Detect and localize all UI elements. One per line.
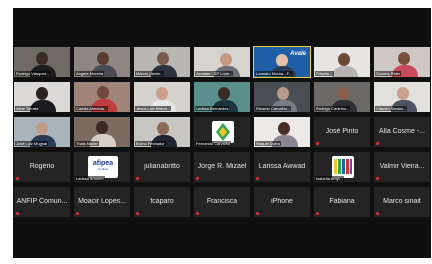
muted-mic-icon: [376, 142, 379, 145]
muted-mic-icon: [376, 177, 379, 180]
participant-tile[interactable]: Suzana Rider: [373, 46, 431, 78]
participant-name: Rodrigo Vásquez...: [15, 71, 52, 76]
participant-tile[interactable]: Fernando Carvalho: [193, 116, 251, 148]
company-logo: Avale: [290, 51, 307, 57]
participant-name-large: ANFIP Comun...: [16, 198, 68, 205]
participant-name: Ricardo Carvalho...: [255, 106, 292, 111]
participant-name-large: Valmir Vieira...: [379, 163, 425, 170]
participant-tile[interactable]: ANFIP Comun...: [13, 186, 71, 218]
participant-name: Cláudio Santos...: [375, 106, 408, 111]
participant-tile[interactable]: Rodrigo Vásquez...: [13, 46, 71, 78]
participant-name: Thais Nader: [75, 141, 99, 146]
participant-name-large: Moacir Lopes...: [78, 198, 126, 205]
muted-mic-icon: [136, 177, 139, 180]
participant-tile[interactable]: Bruno Fechador: [133, 116, 191, 148]
participant-tile[interactable]: Alla Cosme -...: [373, 116, 431, 148]
participant-tile[interactable]: fcaparo: [133, 186, 191, 218]
participant-name-large: Alla Cosme -...: [379, 128, 425, 135]
participant-name: Raquel Durra: [255, 141, 281, 146]
muted-mic-icon: [16, 177, 19, 180]
participant-name: Priscila ...: [315, 71, 335, 76]
participant-tile[interactable]: Fabiana: [313, 186, 371, 218]
muted-mic-icon: [16, 212, 19, 215]
participant-tile[interactable]: Aline Tarrafa: [13, 81, 71, 113]
participant-name: José Luiz Mugnai: [15, 141, 49, 146]
participant-name: Márcio (Ambr...: [135, 71, 165, 76]
muted-mic-icon: [76, 212, 79, 215]
participant-tile[interactable]: Jesus Luiz Brand...: [133, 81, 191, 113]
participant-tile[interactable]: iPhone: [253, 186, 311, 218]
participant-tile[interactable]: Larissa Awwad: [253, 151, 311, 183]
participant-tile[interactable]: Larissa Bernardes: [193, 81, 251, 113]
participant-name-large: Rogério: [29, 163, 55, 170]
participant-name-large: Francisca: [206, 198, 238, 205]
participant-name: Isabella Amyr...: [315, 176, 345, 181]
participant-tile[interactable]: Isabella Amyr...: [313, 151, 371, 183]
participant-tile[interactable]: Camila Almeida...: [73, 81, 131, 113]
participant-tile[interactable]: julianabritto: [133, 151, 191, 183]
muted-mic-icon: [376, 212, 379, 215]
participant-name-large: Marco sinait: [383, 198, 421, 205]
participant-name: Jonatan - SP Loan...: [195, 71, 234, 76]
participant-tile[interactable]: Raquel Durra: [253, 116, 311, 148]
participant-tile[interactable]: Rodrigo Carlinho...: [313, 81, 371, 113]
participant-tile-active-speaker[interactable]: Avale Leandro Moura - F...: [253, 46, 311, 78]
participant-tile[interactable]: Rogério: [13, 151, 71, 183]
participant-name: Leandro Moura - F...: [255, 71, 294, 76]
participant-name: Angela Moreira: [75, 71, 105, 76]
muted-mic-icon: [256, 177, 259, 180]
muted-mic-icon: [316, 212, 319, 215]
participant-tile[interactable]: Francisca: [193, 186, 251, 218]
participant-name: Camila Almeida...: [75, 106, 109, 111]
participant-name: Larissa Bernardes: [195, 106, 230, 111]
participant-name-large: Larissa Awwad: [258, 163, 306, 170]
participant-name: Aline Tarrafa: [15, 106, 40, 111]
participant-name-large: José Pinto: [325, 128, 359, 135]
muted-mic-icon: [256, 212, 259, 215]
profile-logo: [332, 156, 354, 178]
participant-tile[interactable]: Ricardo Carvalho...: [253, 81, 311, 113]
participant-name: Jesus Luiz Brand...: [135, 106, 172, 111]
participant-name-large: Fabiana: [329, 198, 355, 205]
participant-tile[interactable]: Marco sinait: [373, 186, 431, 218]
participant-tile[interactable]: Priscila ...: [313, 46, 371, 78]
participant-tile[interactable]: Jorge R. Mizael: [193, 151, 251, 183]
participant-tile[interactable]: Thais Nader: [73, 116, 131, 148]
participant-name: Fernando Carvalho: [195, 141, 232, 146]
participant-name-large: julianabritto: [144, 163, 180, 170]
participant-name-large: Jorge R. Mizael: [197, 163, 247, 170]
profile-logo: afipea sindical: [88, 156, 118, 178]
participant-name: Larissa Amorim: [75, 176, 105, 181]
muted-mic-icon: [136, 212, 139, 215]
participant-name: Bruno Fechador: [135, 141, 166, 146]
profile-logo: [212, 121, 234, 143]
muted-mic-icon: [196, 177, 199, 180]
participant-tile[interactable]: José Pinto: [313, 116, 371, 148]
participant-tile[interactable]: afipea sindical Larissa Amorim: [73, 151, 131, 183]
participant-tile[interactable]: Cláudio Santos...: [373, 81, 431, 113]
participant-tile[interactable]: Angela Moreira: [73, 46, 131, 78]
participant-tile[interactable]: José Luiz Mugnai: [13, 116, 71, 148]
participant-name-large: fcaparo: [150, 198, 174, 205]
participant-tile[interactable]: Jonatan - SP Loan...: [193, 46, 251, 78]
participant-tile[interactable]: Valmir Vieira...: [373, 151, 431, 183]
participant-tile[interactable]: Márcio (Ambr...: [133, 46, 191, 78]
muted-mic-icon: [316, 142, 319, 145]
participant-name-large: iPhone: [271, 198, 293, 205]
participant-name: Suzana Rider: [375, 71, 402, 76]
gallery-view: Rodrigo Vásquez... Angela Moreira Márcio…: [13, 8, 431, 258]
muted-mic-icon: [196, 212, 199, 215]
participant-tile[interactable]: Moacir Lopes...: [73, 186, 131, 218]
participant-name: Rodrigo Carlinho...: [315, 106, 351, 111]
